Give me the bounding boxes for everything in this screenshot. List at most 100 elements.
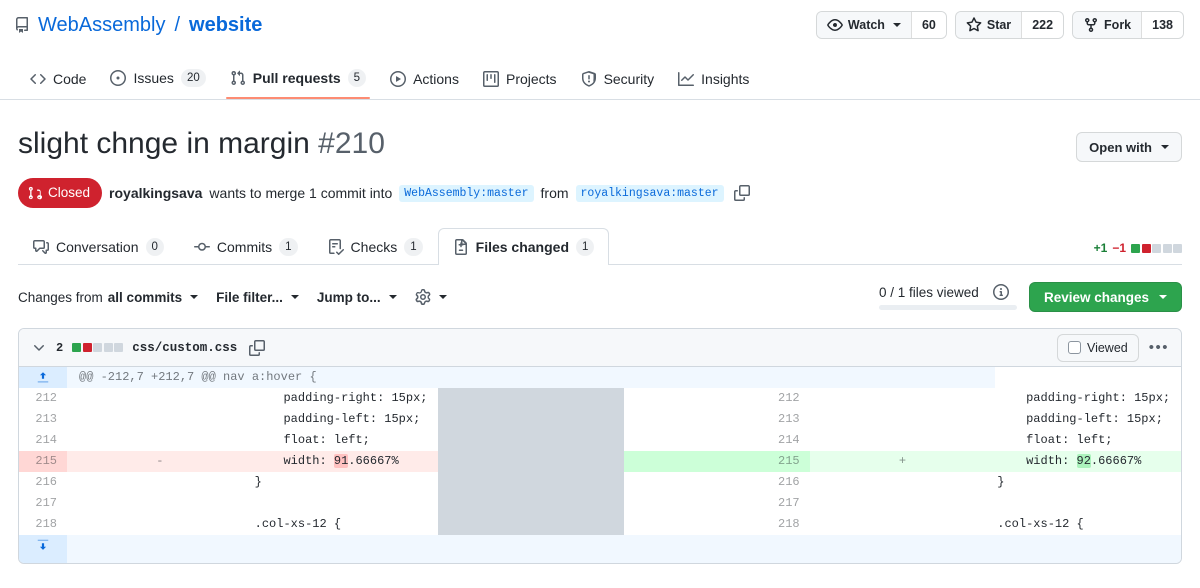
right-line-number[interactable]: 213 [623,409,810,430]
changes-from-value: all commits [107,289,183,305]
base-branch-label[interactable]: WebAssembly:master [399,184,534,202]
diffstat-deletions: −1 [1112,241,1126,255]
tab-label-files-changed: Files changed [475,239,569,255]
viewed-checkbox[interactable] [1067,341,1081,354]
git-pull-request-closed-icon [28,186,42,200]
diff-file: 2 css/custom.css Viewed ••• @@ -212,7 +2… [18,328,1182,564]
left-line-number[interactable]: 216 [19,472,67,493]
left-line-number[interactable]: 212 [19,388,67,409]
pr-number: #210 [318,127,385,160]
file-filter-dropdown[interactable]: File filter... [216,290,299,305]
left-line-number[interactable]: 218 [19,514,67,535]
right-line-number[interactable]: 217 [623,493,810,514]
watch-label: Watch [847,17,885,32]
right-line-number[interactable]: 216 [623,472,810,493]
review-changes-button[interactable]: Review changes [1028,282,1182,312]
tab-conversation[interactable]: Conversation 0 [18,228,179,264]
diff-row: 216 } 216 } [19,472,1181,493]
left-marker [67,430,253,451]
nav-label-code: Code [53,71,87,87]
files-viewed-label: 0 / 1 files viewed [878,284,979,300]
right-code[interactable]: padding-left: 15px; [995,409,1181,430]
nav-label-pull-requests: Pull requests [252,70,341,86]
nav-item-insights[interactable]: Insights [666,71,761,99]
expand-down-icon[interactable] [19,535,67,563]
watch-button-group[interactable]: Watch 60 [815,10,947,39]
right-marker [810,409,996,430]
changes-from-dropdown[interactable]: Changes from all commits [18,289,199,305]
info-icon[interactable] [992,284,1009,300]
fork-button-group[interactable]: Fork 138 [1072,10,1184,39]
left-code[interactable]: width: 91.66667% [252,451,439,472]
diffstat-blocks [1131,243,1182,253]
copy-branch-icon[interactable] [733,185,750,201]
watch-button[interactable]: Watch [816,11,911,38]
status-badge: Closed [18,178,103,208]
kebab-menu-icon[interactable]: ••• [1149,339,1172,356]
right-marker [810,430,996,451]
watch-count[interactable]: 60 [910,11,946,38]
left-marker [67,409,253,430]
pr-tabs: Conversation 0 Commits 1 Checks 1 Files … [18,228,1182,265]
copy-path-icon[interactable] [249,339,266,356]
nav-item-code[interactable]: Code [18,71,98,99]
tab-checks[interactable]: Checks 1 [313,228,438,264]
chevron-down-icon [388,295,397,299]
nav-item-security[interactable]: Security [569,71,667,99]
diff-row: 218 .col-xs-12 { 218 .col-xs-12 { [19,514,1181,535]
expand-up-icon[interactable] [19,367,67,388]
right-code[interactable]: } [995,472,1181,493]
left-code[interactable]: padding-left: 15px; [253,409,439,430]
star-button[interactable]: Star [955,11,1022,38]
tab-commits[interactable]: Commits 1 [179,228,313,264]
file-diff-icon [453,239,469,255]
nav-item-pull-requests[interactable]: Pull requests 5 [218,69,378,99]
left-line-number[interactable]: 217 [19,493,67,514]
right-code[interactable]: padding-right: 15px; [995,388,1181,409]
left-code[interactable]: } [253,472,439,493]
head-branch-label[interactable]: royalkingsava:master [575,184,724,202]
star-button-group[interactable]: Star 222 [954,10,1065,39]
nav-item-issues[interactable]: Issues 20 [98,69,217,99]
left-code[interactable]: .col-xs-12 { [253,514,439,535]
nav-item-actions[interactable]: Actions [378,71,471,99]
star-count[interactable]: 222 [1021,11,1064,38]
pr-author[interactable]: royalkingsava [109,185,202,201]
repo-separator: / [174,13,181,36]
viewed-checkbox-button[interactable]: Viewed [1056,333,1139,362]
diff-row: 212 padding-right: 15px; 212 padding-rig… [19,388,1181,409]
right-code[interactable] [995,493,1181,514]
open-with-button[interactable]: Open with [1076,132,1182,162]
review-controls: 0 / 1 files viewed Review changes [878,282,1182,312]
chevron-down-icon [290,295,299,299]
right-code[interactable]: .col-xs-12 { [995,514,1181,535]
right-code[interactable]: float: left; [995,430,1181,451]
left-code[interactable] [253,493,439,514]
diffstat-summary: +1 −1 [1094,241,1182,264]
right-line-number[interactable]: 215 [623,451,810,472]
left-code[interactable]: padding-right: 15px; [253,388,439,409]
repo-name-link[interactable]: website [189,15,262,35]
right-code[interactable]: width: 92.66667% [995,451,1181,472]
diff-settings-dropdown[interactable] [415,289,447,305]
right-line-number[interactable]: 218 [623,514,810,535]
left-line-number[interactable]: 215 [19,451,67,472]
repo-owner-link[interactable]: WebAssembly [38,15,165,35]
left-line-number[interactable]: 213 [19,409,67,430]
tab-count-files-changed: 1 [576,238,595,256]
repo-breadcrumb: WebAssembly / website [14,15,262,35]
left-code[interactable]: float: left; [253,430,439,451]
left-line-number[interactable]: 214 [19,430,67,451]
tab-count-conversation: 0 [145,237,164,256]
project-icon [482,71,499,87]
pr-meta: Closed royalkingsava wants to merge 1 co… [18,178,1182,208]
chevron-down-icon[interactable] [31,340,47,356]
fork-count[interactable]: 138 [1141,11,1183,38]
fork-button[interactable]: Fork [1073,11,1142,38]
tab-files-changed[interactable]: Files changed 1 [437,228,610,265]
right-line-number[interactable]: 214 [623,430,810,451]
jump-to-dropdown[interactable]: Jump to... [317,290,397,305]
nav-item-projects[interactable]: Projects [471,71,569,99]
right-line-number[interactable]: 212 [623,388,810,409]
file-path[interactable]: css/custom.css [132,341,237,355]
